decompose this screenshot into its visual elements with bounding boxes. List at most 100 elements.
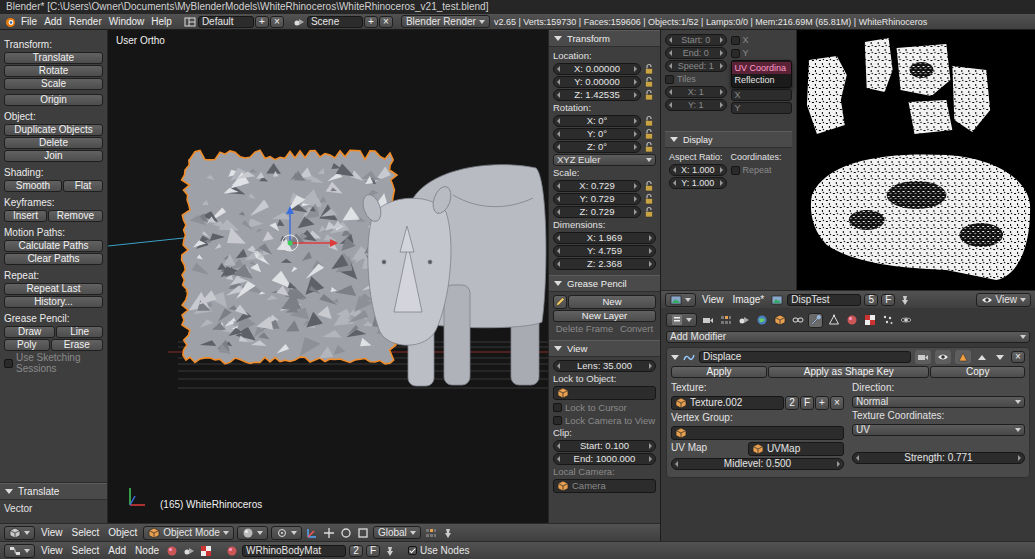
browse-material-button[interactable] bbox=[225, 545, 239, 557]
screen-layout-field[interactable]: Default bbox=[198, 16, 254, 28]
checkbox[interactable]: Use Sketching Sessions bbox=[4, 352, 103, 374]
number-field[interactable]: Y: 0.00000 bbox=[553, 76, 641, 88]
fake-user-button[interactable]: F bbox=[366, 545, 380, 557]
context-tab[interactable] bbox=[880, 313, 895, 328]
increment-arrow-icon[interactable] bbox=[634, 144, 637, 150]
button[interactable]: Remove bbox=[48, 210, 103, 222]
decrement-arrow-icon[interactable] bbox=[856, 455, 859, 461]
add-scene-button[interactable]: + bbox=[364, 16, 378, 28]
number-field[interactable]: Z: 0° bbox=[553, 141, 641, 153]
move-up-icon[interactable] bbox=[978, 355, 986, 360]
increment-arrow-icon[interactable] bbox=[634, 92, 637, 98]
increment-arrow-icon[interactable] bbox=[837, 461, 840, 467]
context-tab[interactable] bbox=[772, 313, 787, 328]
button[interactable]: × bbox=[830, 396, 844, 410]
button[interactable]: New Layer bbox=[553, 310, 656, 322]
menu[interactable]: Select bbox=[69, 527, 103, 539]
menu[interactable]: File bbox=[18, 16, 40, 28]
decrement-arrow-icon[interactable] bbox=[669, 102, 672, 108]
increment-arrow-icon[interactable] bbox=[720, 63, 723, 69]
increment-arrow-icon[interactable] bbox=[634, 118, 637, 124]
move-down-icon[interactable] bbox=[996, 355, 1004, 360]
button[interactable]: Insert bbox=[4, 210, 47, 222]
context-tab[interactable] bbox=[700, 313, 715, 328]
user-count-button[interactable]: 5 bbox=[864, 294, 878, 306]
menu[interactable]: View bbox=[38, 527, 66, 539]
panel-header[interactable]: Transform bbox=[549, 30, 660, 47]
checkbox-box[interactable] bbox=[731, 166, 740, 175]
manipulator-toggle[interactable] bbox=[305, 527, 319, 539]
decrement-arrow-icon[interactable] bbox=[557, 118, 560, 124]
button[interactable]: Delete Frame bbox=[553, 323, 616, 335]
shader-nodes-button[interactable] bbox=[165, 545, 179, 557]
context-tab[interactable] bbox=[736, 313, 751, 328]
editor-type-dropdown[interactable] bbox=[666, 313, 697, 327]
increment-arrow-icon[interactable] bbox=[649, 363, 652, 369]
image-name-field[interactable]: DispTest bbox=[787, 294, 861, 306]
number-field[interactable]: Y: 0° bbox=[553, 128, 641, 140]
decrement-arrow-icon[interactable] bbox=[557, 183, 560, 189]
decrement-arrow-icon[interactable] bbox=[673, 180, 676, 186]
decrement-arrow-icon[interactable] bbox=[557, 456, 560, 462]
pivot-point-dropdown[interactable] bbox=[271, 526, 302, 540]
button[interactable]: Poly bbox=[4, 339, 50, 351]
decrement-arrow-icon[interactable] bbox=[557, 235, 560, 241]
increment-arrow-icon[interactable] bbox=[720, 50, 723, 56]
number-field[interactable]: X: 1.000 bbox=[669, 164, 727, 176]
remove-layout-button[interactable]: × bbox=[270, 16, 284, 28]
increment-arrow-icon[interactable] bbox=[649, 456, 652, 462]
texture-nodes-button[interactable] bbox=[199, 545, 213, 557]
viewport[interactable]: User Ortho(165) WhiteRhinoceros bbox=[108, 30, 548, 523]
lock-toggle[interactable] bbox=[642, 128, 656, 140]
button[interactable]: + bbox=[815, 396, 829, 410]
viewport-shading-dropdown[interactable] bbox=[237, 526, 268, 540]
menu[interactable]: Object bbox=[105, 527, 140, 539]
checkbox-box[interactable] bbox=[553, 403, 562, 412]
viewport-toggle[interactable] bbox=[935, 350, 951, 364]
menu[interactable]: Select bbox=[69, 545, 103, 557]
number-field[interactable]: X: 0° bbox=[553, 115, 641, 127]
scale-manipulator-button[interactable] bbox=[356, 527, 370, 539]
menu[interactable]: Node bbox=[132, 545, 162, 557]
button[interactable]: Copy bbox=[930, 366, 1025, 378]
number-field[interactable]: X: 0.729 bbox=[553, 180, 641, 192]
material-name-field[interactable]: WRhinoBodyMat bbox=[242, 545, 346, 557]
lock-toggle[interactable] bbox=[642, 63, 656, 75]
menu-item[interactable]: Reflection bbox=[732, 74, 792, 86]
button[interactable]: Draw bbox=[4, 326, 55, 338]
editor-type-button[interactable] bbox=[3, 16, 17, 28]
user-count-button[interactable]: 2 bbox=[349, 545, 363, 557]
lock-toggle[interactable] bbox=[642, 115, 656, 127]
decrement-arrow-icon[interactable] bbox=[669, 50, 672, 56]
button[interactable]: Calculate Paths bbox=[4, 240, 103, 252]
datablock-field[interactable]: Texture.002 bbox=[671, 396, 784, 410]
panel-header[interactable]: Grease Pencil bbox=[549, 275, 660, 292]
menu[interactable]: View bbox=[699, 294, 727, 306]
datablock-field[interactable]: Camera bbox=[553, 479, 656, 493]
decrement-arrow-icon[interactable] bbox=[557, 131, 560, 137]
context-tab[interactable] bbox=[898, 313, 913, 328]
modifier-header[interactable]: Displace× bbox=[671, 348, 1025, 366]
menu[interactable]: Add bbox=[41, 16, 65, 28]
render-toggle[interactable] bbox=[915, 350, 931, 364]
button[interactable]: Scale bbox=[4, 78, 103, 90]
transform-manipulator[interactable] bbox=[282, 206, 338, 251]
number-field[interactable]: Y: 0.729 bbox=[553, 193, 641, 205]
number-field[interactable]: Y: 1.000 bbox=[669, 177, 727, 189]
checkbox[interactable]: Tiles bbox=[665, 73, 727, 85]
number-field[interactable]: Z: 0.729 bbox=[553, 206, 641, 218]
increment-arrow-icon[interactable] bbox=[1018, 455, 1021, 461]
checkbox-box[interactable] bbox=[731, 36, 740, 45]
displaced-mesh[interactable] bbox=[182, 150, 397, 364]
button[interactable]: Translate bbox=[4, 52, 103, 64]
checkbox-box[interactable] bbox=[408, 546, 417, 555]
decrement-arrow-icon[interactable] bbox=[675, 461, 678, 467]
decrement-arrow-icon[interactable] bbox=[557, 66, 560, 72]
context-tab[interactable] bbox=[790, 313, 805, 328]
dropdown[interactable]: Normal bbox=[852, 396, 1025, 408]
checkbox-box[interactable] bbox=[553, 416, 562, 425]
viewport-scene[interactable] bbox=[108, 30, 548, 523]
decrement-arrow-icon[interactable] bbox=[557, 363, 560, 369]
checkbox[interactable]: X bbox=[731, 34, 793, 46]
checkbox[interactable]: Repeat bbox=[731, 164, 789, 176]
